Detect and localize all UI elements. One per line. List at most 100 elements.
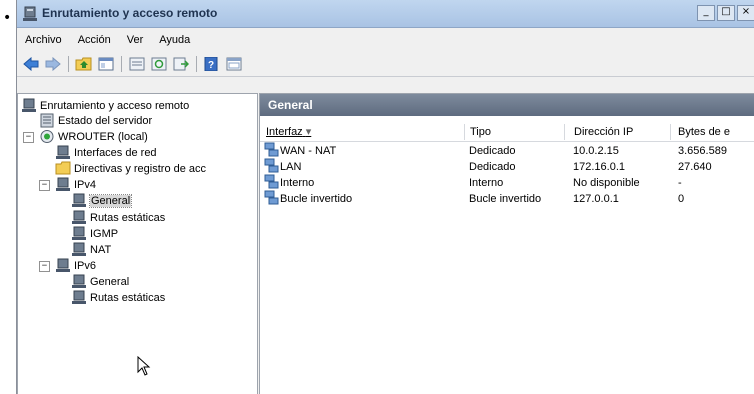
toolbar-separator <box>121 55 122 72</box>
list-bullet: • <box>3 10 12 26</box>
show-hide-tree-icon[interactable] <box>96 55 116 73</box>
tree-item-label: IGMP <box>90 227 119 240</box>
minimize-button[interactable]: _ <box>697 5 715 21</box>
tree-item-label: General <box>88 193 133 208</box>
cell-interface: Bucle invertido <box>280 193 353 205</box>
routing-icon <box>22 98 36 112</box>
tree-item-ipv6-general[interactable]: General <box>71 273 129 290</box>
tree-item-igmp[interactable]: IGMP <box>71 225 118 242</box>
menu-bar: Archivo Acción Ver Ayuda <box>17 29 754 50</box>
tree-item-label: General <box>90 275 130 288</box>
cell-interface: WAN - NAT <box>280 145 337 157</box>
network-interfaces-icon <box>56 145 70 159</box>
refresh-icon[interactable] <box>149 55 169 73</box>
toolbar: ? <box>17 51 754 77</box>
general-icon <box>72 193 86 207</box>
column-header-ip[interactable]: Dirección IP <box>572 124 671 140</box>
tree-item-ipv4[interactable]: IPv4 <box>55 176 96 193</box>
static-routes-icon <box>72 210 86 224</box>
nat-icon <box>72 242 86 256</box>
collapse-toggle[interactable]: − <box>39 261 50 272</box>
console-tree: Enrutamiento y acceso remoto Estado del … <box>17 93 258 394</box>
general-icon <box>72 274 86 288</box>
up-folder-icon[interactable] <box>74 55 94 73</box>
network-interface-icon <box>264 190 279 205</box>
menu-archivo[interactable]: Archivo <box>17 34 70 46</box>
network-interface-icon <box>264 158 279 173</box>
network-interface-icon <box>264 174 279 189</box>
tree-item-ipv4-general[interactable]: General <box>71 192 133 209</box>
cell-bytes: 3.656.589 <box>678 145 727 157</box>
sort-arrow-icon: ▾ <box>305 126 312 138</box>
console-body: Enrutamiento y acceso remoto Estado del … <box>17 93 754 394</box>
tree-item-ipv6-static-routes[interactable]: Rutas estáticas <box>71 289 165 306</box>
mmc-window: Enrutamiento y acceso remoto _ □ × Archi… <box>16 0 754 394</box>
title-bar[interactable]: Enrutamiento y acceso remoto _ □ × <box>17 0 754 28</box>
tree-item-label: Rutas estáticas <box>90 211 166 224</box>
menu-ver[interactable]: Ver <box>119 34 152 46</box>
details-pane: General Interfaz ▾ Tipo Dirección IP Byt… <box>259 93 754 394</box>
cell-interface: Interno <box>280 177 315 189</box>
svg-text:?: ? <box>208 60 214 71</box>
protocol-icon <box>56 177 70 191</box>
export-icon[interactable] <box>171 55 191 73</box>
tree-item-label: Estado del servidor <box>58 114 153 127</box>
server-online-icon <box>40 130 54 143</box>
column-header-bytes[interactable]: Bytes de e <box>676 124 754 140</box>
static-routes-icon <box>72 290 86 304</box>
maximize-button[interactable]: □ <box>717 5 735 21</box>
menu-ayuda[interactable]: Ayuda <box>151 34 198 46</box>
column-header-type[interactable]: Tipo <box>468 124 565 140</box>
routing-app-icon <box>23 6 37 21</box>
tree-item-nat[interactable]: NAT <box>71 241 111 258</box>
cell-bytes: - <box>678 177 682 189</box>
tree-item-ipv4-static-routes[interactable]: Rutas estáticas <box>71 209 165 226</box>
menu-accion[interactable]: Acción <box>70 34 119 46</box>
console-view-icon[interactable] <box>224 55 244 73</box>
cell-type: Dedicado <box>469 145 516 157</box>
column-header-label: Interfaz <box>266 126 303 138</box>
toolbar-separator <box>196 55 197 72</box>
help-icon[interactable]: ? <box>202 55 222 73</box>
tree-item-server[interactable]: WROUTER (local) <box>39 128 148 145</box>
cell-ip: No disponible <box>573 177 640 189</box>
cell-ip: 10.0.2.15 <box>573 145 619 157</box>
window-title: Enrutamiento y acceso remoto <box>42 6 218 20</box>
protocol-icon <box>56 258 70 272</box>
igmp-icon <box>72 226 86 240</box>
tree-item-policies[interactable]: Directivas y registro de acc <box>55 160 206 177</box>
folder-icon <box>55 161 71 175</box>
tree-item-interfaces[interactable]: Interfaces de red <box>55 144 157 161</box>
cell-ip: 172.16.0.1 <box>573 161 625 173</box>
tree-item-label: NAT <box>90 243 112 256</box>
mouse-cursor-icon <box>137 356 151 376</box>
back-arrow-icon[interactable] <box>21 55 41 73</box>
tree-item-server-status[interactable]: Estado del servidor <box>39 112 152 129</box>
network-interface-icon <box>264 142 279 157</box>
header-divider <box>260 141 754 142</box>
tree-item-label: Interfaces de red <box>74 146 157 159</box>
tree-item-ipv6[interactable]: IPv6 <box>55 257 96 274</box>
tree-item-label: WROUTER (local) <box>58 130 148 143</box>
tree-item-label: Enrutamiento y acceso remoto <box>40 99 190 112</box>
panel-title: General <box>260 94 754 116</box>
collapse-toggle[interactable]: − <box>39 180 50 191</box>
cell-interface: LAN <box>280 161 302 173</box>
cell-bytes: 0 <box>678 193 685 205</box>
cell-bytes: 27.640 <box>678 161 712 173</box>
server-status-icon <box>40 113 54 128</box>
forward-arrow-icon[interactable] <box>43 55 63 73</box>
tree-item-label: Rutas estáticas <box>90 291 166 304</box>
close-button[interactable]: × <box>737 5 754 21</box>
collapse-toggle[interactable]: − <box>23 132 34 143</box>
cell-ip: 127.0.0.1 <box>573 193 619 205</box>
cell-type: Dedicado <box>469 161 516 173</box>
column-header-interface[interactable]: Interfaz ▾ <box>264 124 465 140</box>
properties-icon[interactable] <box>127 55 147 73</box>
tree-item-label: Directivas y registro de acc <box>74 162 207 175</box>
cell-type: Interno <box>469 177 504 189</box>
toolbar-separator <box>68 55 69 72</box>
tree-item-label: IPv6 <box>74 259 97 272</box>
tree-item-label: IPv4 <box>74 178 97 191</box>
cell-type: Bucle invertido <box>469 193 542 205</box>
